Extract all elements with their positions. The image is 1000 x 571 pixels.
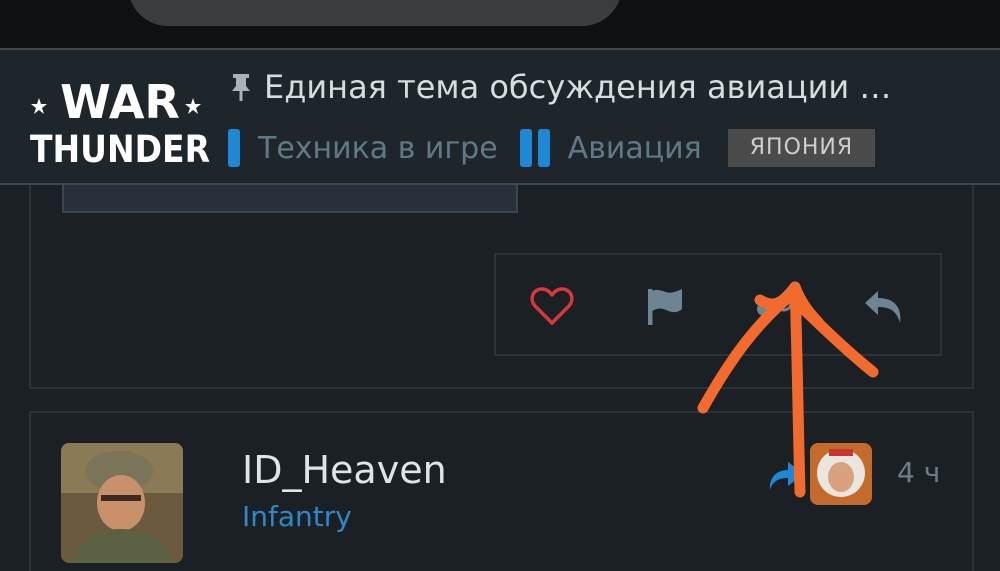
device-notch bbox=[128, 0, 622, 26]
topic-header: WAR THUNDER Единая тема обсуждения авиац… bbox=[0, 48, 1000, 185]
post-username[interactable]: ID_Heaven bbox=[242, 448, 447, 492]
reply-avatar[interactable] bbox=[810, 443, 872, 505]
reply-icon[interactable] bbox=[862, 283, 908, 329]
pin-icon bbox=[232, 74, 250, 101]
tag-japan[interactable]: ЯПОНИЯ bbox=[727, 129, 876, 167]
breadcrumb-item-aviation[interactable]: Авиация bbox=[568, 131, 702, 166]
link-icon[interactable] bbox=[751, 283, 797, 329]
breadcrumb: Техника в игре Авиация ЯПОНИЯ bbox=[228, 128, 876, 168]
device-top-bar bbox=[0, 0, 1000, 48]
avatar[interactable] bbox=[61, 443, 183, 563]
category-color-bar bbox=[228, 129, 240, 167]
post-user-group[interactable]: Infantry bbox=[242, 500, 352, 533]
reply-to-icon[interactable] bbox=[766, 458, 806, 494]
flag-icon[interactable] bbox=[642, 283, 688, 329]
post-actions bbox=[494, 253, 942, 356]
svg-text:THUNDER: THUNDER bbox=[30, 128, 210, 168]
category-color-bar bbox=[537, 129, 550, 167]
category-color-bar bbox=[519, 129, 532, 167]
heart-icon[interactable] bbox=[529, 283, 575, 329]
post-time: 4 ч bbox=[897, 456, 941, 489]
svg-text:WAR: WAR bbox=[60, 75, 180, 129]
topic-title[interactable]: Единая тема обсуждения авиации … bbox=[264, 68, 891, 106]
breadcrumb-item-vehicles[interactable]: Техника в игре bbox=[258, 131, 498, 166]
war-thunder-logo[interactable]: WAR THUNDER bbox=[25, 68, 215, 168]
